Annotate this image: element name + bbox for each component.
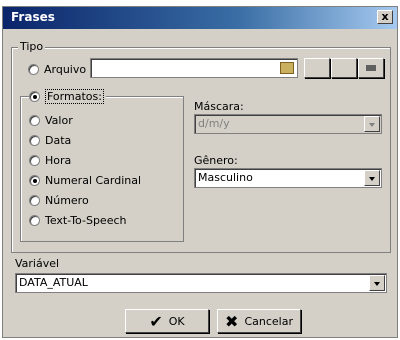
radio-arquivo-circle[interactable] [28, 63, 39, 75]
radio-arquivo-label: Arquivo [44, 62, 87, 76]
cancel-label: Cancelar [244, 314, 293, 328]
mascara-value: d/m/y [198, 117, 230, 130]
cancel-button[interactable]: ✖ Cancelar [217, 309, 301, 333]
chevron-down-icon[interactable] [364, 116, 380, 132]
close-button[interactable]: x [377, 10, 393, 24]
radio-data[interactable] [29, 134, 40, 146]
chevron-down-icon[interactable] [369, 275, 385, 291]
tipo-group: Tipo Arquivo Formatos: Valor Data Hora N… [11, 40, 391, 253]
option-hora[interactable]: Hora [29, 153, 71, 167]
option-label: Hora [45, 153, 72, 167]
option-numero[interactable]: Número [29, 193, 89, 207]
radio-numero[interactable] [29, 194, 40, 206]
radio-formatos[interactable]: Formatos: [29, 88, 106, 104]
toolbar-button-2[interactable] [331, 58, 357, 78]
dialog-window: Frases x Tipo Arquivo Formatos: Valor Da… [2, 6, 398, 338]
mascara-select[interactable]: d/m/y [194, 114, 382, 134]
option-numeral-cardinal[interactable]: Numeral Cardinal [29, 173, 141, 187]
option-text-to-speech[interactable]: Text-To-Speech [29, 213, 126, 227]
check-icon: ✔ [149, 311, 163, 331]
ok-button[interactable]: ✔ OK [125, 309, 209, 333]
formatos-label: Formatos: [45, 88, 104, 104]
variavel-label: Variável [15, 257, 60, 270]
option-label: Text-To-Speech [45, 213, 127, 227]
toolbar-group [304, 58, 386, 78]
variavel-value: DATA_ATUAL [19, 276, 88, 289]
variavel-select[interactable]: DATA_ATUAL [15, 273, 387, 293]
tipo-legend: Tipo [18, 40, 46, 53]
radio-valor[interactable] [29, 114, 40, 126]
radio-arquivo[interactable]: Arquivo [28, 62, 86, 76]
formatos-group: Formatos: Valor Data Hora Numeral Cardin… [20, 88, 184, 242]
chevron-down-icon[interactable] [364, 170, 380, 186]
option-label: Numeral Cardinal [45, 173, 142, 187]
option-data[interactable]: Data [29, 133, 71, 147]
folder-icon[interactable] [280, 62, 294, 74]
x-icon: ✖ [225, 311, 239, 331]
genero-label: Gênero: [194, 154, 238, 167]
window-title: Frases [11, 10, 55, 24]
toolbar-button-3[interactable] [358, 58, 384, 78]
option-valor[interactable]: Valor [29, 113, 73, 127]
ok-label: OK [168, 314, 185, 328]
close-icon: x [381, 10, 389, 23]
radio-hora[interactable] [29, 154, 40, 166]
radio-formatos-circle[interactable] [29, 90, 40, 102]
arquivo-input[interactable] [90, 58, 298, 78]
list-icon [366, 65, 376, 71]
genero-value: Masculino [198, 171, 253, 184]
genero-select[interactable]: Masculino [194, 168, 382, 188]
radio-numeral-cardinal[interactable] [29, 174, 40, 186]
title-bar[interactable]: Frases x [3, 7, 397, 29]
option-label: Valor [45, 113, 73, 127]
option-label: Data [45, 133, 72, 147]
radio-text-to-speech[interactable] [29, 214, 40, 226]
toolbar-button-1[interactable] [304, 58, 330, 78]
mascara-label: Máscara: [194, 100, 244, 113]
option-label: Número [45, 193, 89, 207]
